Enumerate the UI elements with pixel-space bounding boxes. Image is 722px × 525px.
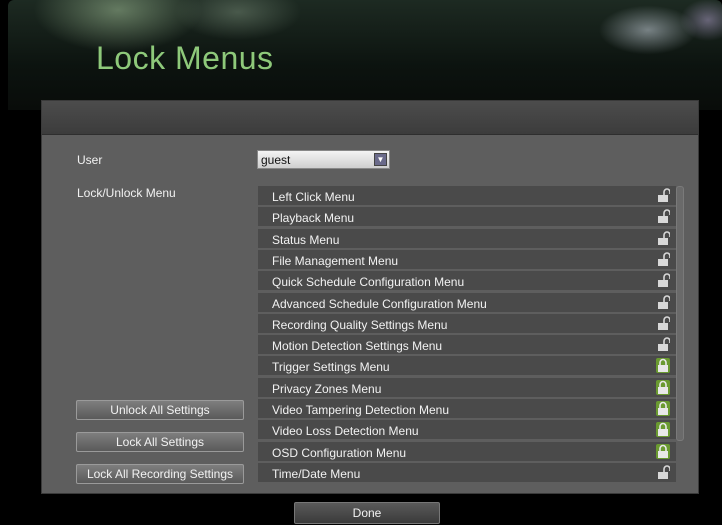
lock-all-button[interactable]: Lock All Settings: [76, 432, 244, 452]
menu-row[interactable]: Video Loss Detection Menu: [258, 420, 676, 440]
menu-row-label: OSD Configuration Menu: [272, 446, 407, 460]
menu-row[interactable]: Advanced Schedule Configuration Menu: [258, 293, 676, 313]
menu-row-label: Playback Menu: [272, 211, 355, 225]
unlock-all-button[interactable]: Unlock All Settings: [76, 400, 244, 420]
unlocked-padlock-icon[interactable]: [656, 231, 671, 246]
menu-row-label: Privacy Zones Menu: [272, 382, 382, 396]
window: Lock Menus User guest ▼ Lock/Unlock Menu…: [0, 0, 722, 525]
menu-row[interactable]: Left Click Menu: [258, 186, 676, 206]
unlocked-padlock-icon[interactable]: [656, 295, 671, 310]
user-select-value: guest: [261, 153, 291, 167]
menu-row-label: Time/Date Menu: [272, 467, 361, 481]
menu-row[interactable]: Trigger Settings Menu: [258, 356, 676, 376]
menu-row[interactable]: Video Tampering Detection Menu: [258, 399, 676, 419]
unlocked-padlock-icon[interactable]: [656, 252, 671, 267]
locked-padlock-icon[interactable]: [656, 380, 670, 395]
menu-row[interactable]: Motion Detection Settings Menu: [258, 335, 676, 355]
menu-row-label: File Management Menu: [272, 254, 399, 268]
lock-unlock-label: Lock/Unlock Menu: [77, 186, 176, 200]
user-label: User: [77, 153, 103, 167]
panel-header: [42, 101, 698, 135]
page-title: Lock Menus: [96, 40, 274, 76]
menu-row-label: Quick Schedule Configuration Menu: [272, 275, 465, 289]
menu-row-label: Video Loss Detection Menu: [272, 424, 419, 438]
done-button[interactable]: Done: [294, 502, 440, 524]
menu-row[interactable]: Privacy Zones Menu: [258, 378, 676, 398]
settings-panel: User guest ▼ Lock/Unlock Menu Left Click…: [41, 100, 699, 494]
menu-row[interactable]: File Management Menu: [258, 250, 676, 270]
menu-row-label: Advanced Schedule Configuration Menu: [272, 297, 487, 311]
menu-row[interactable]: Quick Schedule Configuration Menu: [258, 271, 676, 291]
user-select[interactable]: guest ▼: [257, 150, 390, 169]
chevron-down-icon[interactable]: ▼: [374, 153, 387, 166]
menu-row-label: Left Click Menu: [272, 190, 355, 204]
menu-row[interactable]: Playback Menu: [258, 207, 676, 227]
menu-row[interactable]: Recording Quality Settings Menu: [258, 314, 676, 334]
menu-list: Left Click Menu Playback Menu Status Menu F…: [258, 186, 676, 486]
unlocked-padlock-icon[interactable]: [656, 209, 671, 224]
menu-row[interactable]: OSD Configuration Menu: [258, 442, 676, 462]
locked-padlock-icon[interactable]: [656, 401, 670, 416]
menu-row-label: Recording Quality Settings Menu: [272, 318, 448, 332]
menu-row-label: Trigger Settings Menu: [272, 360, 390, 374]
menu-row[interactable]: Status Menu: [258, 229, 676, 249]
locked-padlock-icon[interactable]: [656, 358, 670, 373]
unlocked-padlock-icon[interactable]: [656, 337, 671, 352]
menu-row-label: Status Menu: [272, 233, 340, 247]
unlocked-padlock-icon[interactable]: [656, 273, 671, 288]
locked-padlock-icon[interactable]: [656, 422, 670, 437]
header-banner: Lock Menus: [8, 0, 722, 110]
menu-row-label: Video Tampering Detection Menu: [272, 403, 449, 417]
unlocked-padlock-icon[interactable]: [656, 188, 671, 203]
menu-list-scrollbar[interactable]: [676, 186, 684, 441]
menu-row-label: Motion Detection Settings Menu: [272, 339, 443, 353]
locked-padlock-icon[interactable]: [656, 444, 670, 459]
lock-all-recording-button[interactable]: Lock All Recording Settings: [76, 464, 244, 484]
menu-row[interactable]: Time/Date Menu: [258, 463, 676, 483]
unlocked-padlock-icon[interactable]: [656, 316, 671, 331]
unlocked-padlock-icon[interactable]: [656, 465, 671, 480]
